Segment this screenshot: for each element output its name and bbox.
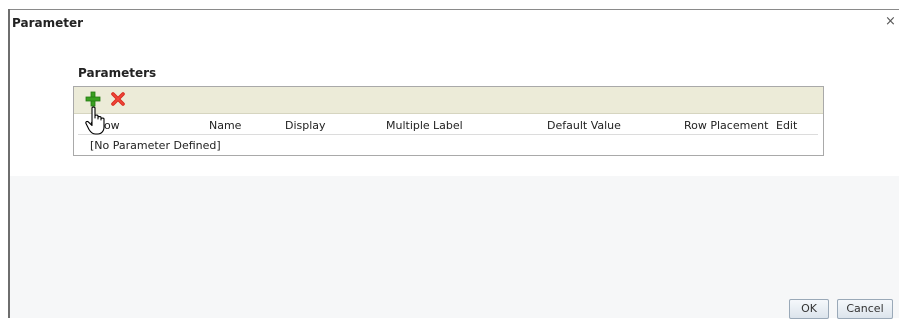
empty-table-message: [No Parameter Defined]: [90, 139, 221, 152]
add-plus-icon: [85, 91, 101, 107]
column-header-row-placement[interactable]: Row Placement: [684, 119, 768, 132]
column-header-label[interactable]: Label: [433, 119, 463, 132]
column-header-default-value[interactable]: Default Value: [547, 119, 621, 132]
parameters-table: Show Name Display Multiple Label Default…: [73, 86, 824, 156]
column-header-multiple[interactable]: Multiple: [386, 119, 430, 132]
delete-parameter-button[interactable]: [110, 91, 126, 107]
parameter-dialog: Parameter × Parameters Show Name Display…: [0, 0, 899, 319]
column-header-name[interactable]: Name: [209, 119, 241, 132]
column-header-show[interactable]: Show: [90, 119, 120, 132]
column-header-display[interactable]: Display: [285, 119, 326, 132]
dialog-title: Parameter: [12, 16, 84, 30]
delete-x-icon: [111, 92, 125, 106]
add-parameter-button[interactable]: [84, 90, 102, 108]
parameters-toolbar: [74, 87, 823, 114]
column-header-edit[interactable]: Edit: [776, 119, 797, 132]
section-title: Parameters: [78, 66, 157, 80]
cancel-button[interactable]: Cancel: [837, 299, 893, 319]
dialog-top-border: [8, 9, 899, 10]
ok-button[interactable]: OK: [789, 299, 829, 319]
table-header-row: Show Name Display Multiple Label Default…: [78, 117, 818, 135]
dialog-footer-band: [10, 176, 899, 318]
close-icon[interactable]: ×: [885, 14, 896, 29]
